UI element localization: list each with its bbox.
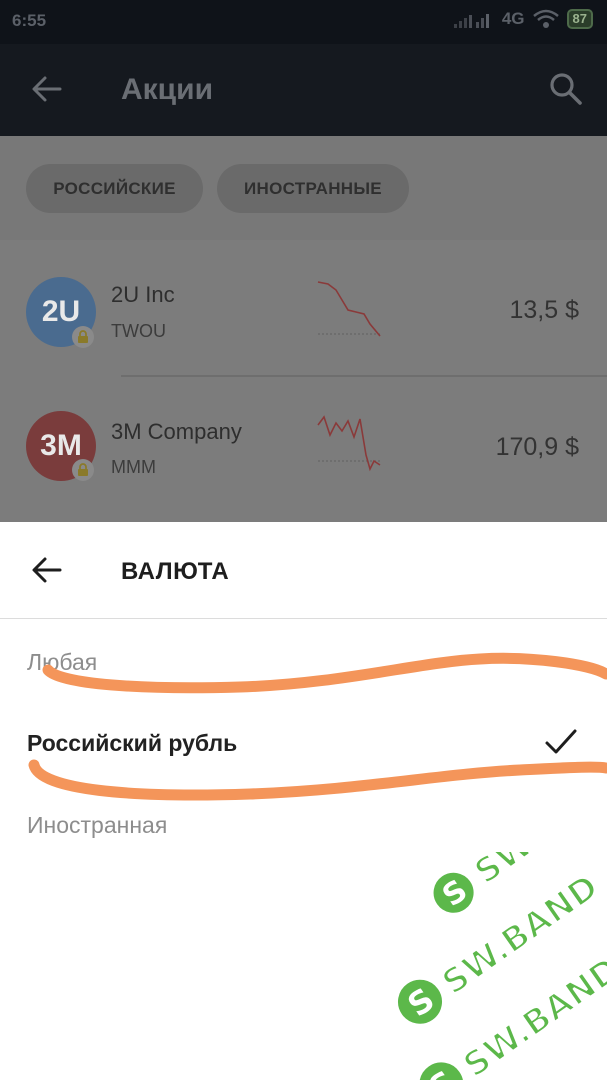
filter-russian[interactable]: РОССИЙСКИЕ bbox=[26, 164, 203, 213]
stocks-content: РОССИЙСКИЕ ИНОСТРАННЫЕ 2U 2U Inc TWOU 13… bbox=[0, 136, 607, 522]
stock-sparkline bbox=[317, 281, 382, 337]
back-arrow-icon[interactable] bbox=[30, 72, 64, 106]
option-any[interactable]: Любая bbox=[27, 649, 97, 676]
option-russian-ruble[interactable]: Российский рубль bbox=[27, 730, 237, 757]
stock-list: 2U 2U Inc TWOU 13,5 $ 3M 3M Company MMM bbox=[0, 240, 607, 522]
search-icon[interactable] bbox=[548, 71, 584, 107]
stock-name: 2U Inc bbox=[111, 282, 175, 307]
stock-price: 170,9 $ bbox=[495, 433, 579, 461]
status-time: 6:55 bbox=[12, 11, 47, 30]
stock-ticker: MMM bbox=[111, 457, 156, 477]
stock-ticker: TWOU bbox=[111, 321, 166, 341]
back-arrow-icon[interactable] bbox=[30, 553, 64, 587]
checkmark-icon bbox=[545, 729, 577, 754]
status-bar: 6:55 4G 87 bbox=[0, 0, 607, 44]
currency-sheet: ВАЛЮТА Любая Российский рубль Иностранна… bbox=[0, 522, 607, 1080]
sheet-title: ВАЛЮТА bbox=[121, 558, 230, 585]
filter-foreign[interactable]: ИНОСТРАННЫЕ bbox=[217, 164, 409, 213]
option-foreign[interactable]: Иностранная bbox=[27, 812, 167, 839]
stock-logo-text: 2U bbox=[41, 295, 81, 328]
network-type: 4G bbox=[501, 9, 525, 28]
svg-text:SW: SW bbox=[467, 852, 541, 893]
watermark-logo: S SW.BAND S SW.BAND S SW bbox=[394, 852, 607, 1080]
lock-icon bbox=[72, 459, 94, 481]
status-icons: 4G 87 bbox=[453, 9, 593, 29]
signal-icon bbox=[453, 14, 489, 28]
lock-icon bbox=[72, 326, 94, 348]
stock-name: 3M Company bbox=[111, 419, 242, 444]
battery-indicator: 87 bbox=[566, 9, 593, 29]
page-title: Акции bbox=[121, 73, 214, 106]
stock-sparkline bbox=[317, 415, 382, 472]
wifi-icon bbox=[532, 9, 559, 28]
sheet-header: ВАЛЮТА bbox=[0, 522, 607, 619]
stock-price: 13,5 $ bbox=[509, 296, 579, 324]
app-bar: Акции bbox=[0, 44, 607, 136]
stock-row-twou[interactable]: 2U 2U Inc TWOU 13,5 $ bbox=[0, 240, 607, 376]
stock-row-mmm[interactable]: 3M 3M Company MMM 170,9 $ bbox=[0, 377, 607, 513]
stock-logo-text: 3M bbox=[40, 429, 82, 462]
